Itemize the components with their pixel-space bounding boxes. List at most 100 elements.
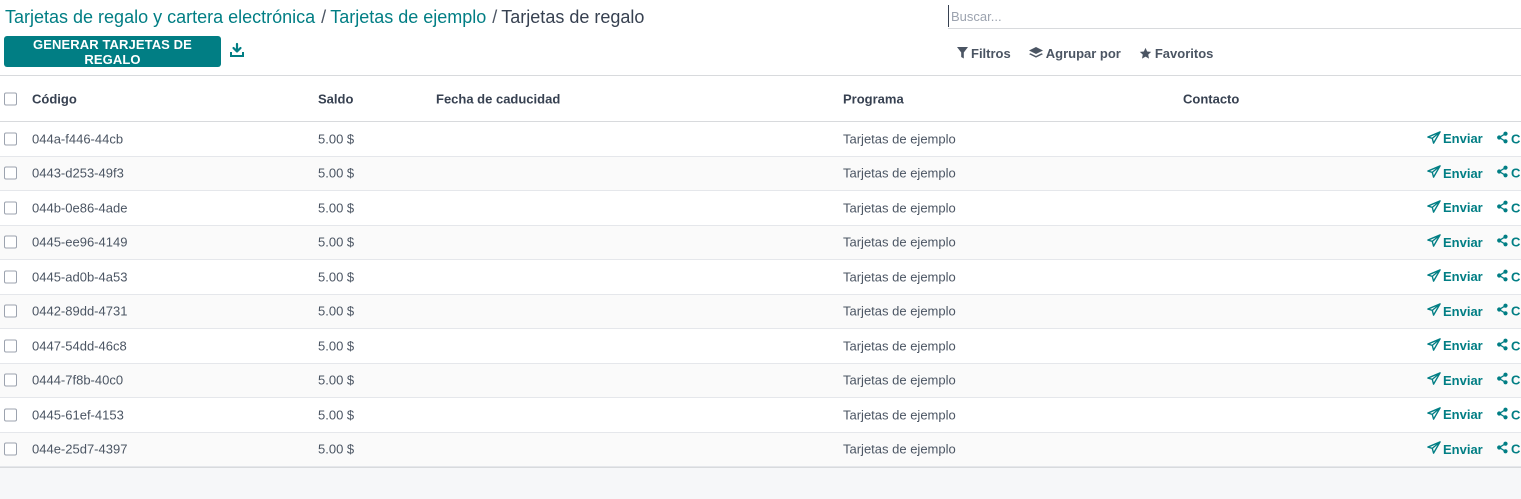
table-row[interactable]: 0443-d253-49f3 5.00 $ Tarjetas de ejempl…	[0, 156, 1521, 191]
column-header-contact[interactable]: Contacto	[1183, 91, 1239, 106]
send-button[interactable]: Enviar	[1427, 165, 1483, 181]
cell-program: Tarjetas de ejemplo	[843, 234, 956, 250]
select-all-checkbox[interactable]	[4, 92, 17, 105]
breadcrumb-item-sample-cards[interactable]: Tarjetas de ejemplo	[330, 7, 486, 27]
table-row[interactable]: 0442-89dd-4731 5.00 $ Tarjetas de ejempl…	[0, 294, 1521, 329]
table-row[interactable]: 044e-25d7-4397 5.00 $ Tarjetas de ejempl…	[0, 432, 1521, 467]
send-label: Enviar	[1443, 303, 1483, 319]
send-label: Enviar	[1443, 200, 1483, 216]
favorites-toggle[interactable]: Favoritos	[1139, 44, 1214, 62]
share-icon	[1497, 441, 1508, 457]
share-button[interactable]: C	[1497, 338, 1520, 353]
share-icon	[1497, 407, 1508, 422]
row-checkbox[interactable]	[4, 166, 17, 180]
paper-plane-icon	[1427, 303, 1441, 319]
share-button[interactable]: C	[1497, 269, 1520, 284]
star-icon	[1139, 47, 1152, 60]
row-checkbox[interactable]	[4, 270, 17, 284]
table-row[interactable]: 044b-0e86-4ade 5.00 $ Tarjetas de ejempl…	[0, 191, 1521, 226]
cell-balance: 5.00 $	[318, 131, 355, 147]
send-button[interactable]: Enviar	[1427, 234, 1483, 250]
filters-toggle[interactable]: Filtros	[957, 44, 1011, 62]
cell-code: 0443-d253-49f3	[32, 165, 124, 181]
cell-balance: 5.00 $	[318, 200, 355, 216]
table-row[interactable]: 0444-7f8b-40c0 5.00 $ Tarjetas de ejempl…	[0, 363, 1521, 398]
table-row[interactable]: 044a-f446-44cb 5.00 $ Tarjetas de ejempl…	[0, 122, 1521, 157]
cell-program: Tarjetas de ejemplo	[843, 441, 956, 457]
share-button[interactable]: C	[1497, 131, 1520, 146]
filters-label: Filtros	[971, 45, 1011, 61]
share-icon	[1497, 234, 1508, 250]
breadcrumb-separator: /	[321, 7, 327, 27]
column-header-code[interactable]: Código	[32, 91, 77, 106]
row-checkbox[interactable]	[4, 304, 17, 318]
table-row[interactable]: 0447-54dd-46c8 5.00 $ Tarjetas de ejempl…	[0, 329, 1521, 364]
share-label: C	[1511, 269, 1521, 285]
table-row[interactable]: 0445-ad0b-4a53 5.00 $ Tarjetas de ejempl…	[0, 260, 1521, 295]
row-checkbox[interactable]	[4, 442, 17, 456]
gift-card-list: Código Saldo Fecha de caducidad Programa…	[0, 76, 1521, 468]
share-button[interactable]: C	[1497, 235, 1520, 250]
cell-code: 0445-61ef-4153	[32, 407, 124, 423]
breadcrumb-separator: /	[492, 7, 498, 27]
send-button[interactable]: Enviar	[1427, 268, 1483, 285]
cell-program: Tarjetas de ejemplo	[843, 269, 956, 285]
send-label: Enviar	[1443, 131, 1483, 147]
cell-program: Tarjetas de ejemplo	[843, 165, 956, 181]
row-checkbox[interactable]	[4, 408, 17, 422]
app: Tarjetas de regalo y cartera electrónica…	[0, 0, 1521, 499]
send-button[interactable]: Enviar	[1427, 130, 1483, 147]
row-checkbox[interactable]	[4, 339, 17, 353]
table-header: Código Saldo Fecha de caducidad Programa…	[0, 76, 1521, 122]
share-label: C	[1511, 441, 1521, 457]
send-button[interactable]: Enviar	[1427, 372, 1483, 388]
row-checkbox[interactable]	[4, 373, 17, 387]
paper-plane-icon	[1427, 165, 1441, 181]
table-row[interactable]: 0445-ee96-4149 5.00 $ Tarjetas de ejempl…	[0, 225, 1521, 260]
breadcrumb-item-gift-cards-ewallet[interactable]: Tarjetas de regalo y cartera electrónica	[5, 7, 315, 27]
share-button[interactable]: C	[1497, 200, 1520, 215]
share-button[interactable]: C	[1497, 407, 1520, 422]
search-box	[948, 5, 1521, 29]
column-header-balance[interactable]: Saldo	[318, 91, 353, 106]
send-button[interactable]: Enviar	[1427, 337, 1483, 354]
share-icon	[1497, 131, 1508, 146]
search-input[interactable]	[948, 5, 1521, 27]
cell-program: Tarjetas de ejemplo	[843, 338, 956, 354]
share-button[interactable]: C	[1497, 373, 1520, 388]
send-button[interactable]: Enviar	[1427, 406, 1483, 423]
generate-gift-cards-button[interactable]: GENERAR TARJETAS DE REGALO	[4, 36, 221, 67]
share-label: C	[1511, 234, 1521, 250]
send-button[interactable]: Enviar	[1427, 303, 1483, 319]
share-label: C	[1511, 372, 1521, 388]
row-checkbox[interactable]	[4, 132, 17, 146]
row-checkbox[interactable]	[4, 201, 17, 215]
column-header-expiration[interactable]: Fecha de caducidad	[436, 91, 560, 106]
row-checkbox[interactable]	[4, 235, 17, 249]
cell-code: 0442-89dd-4731	[32, 303, 128, 319]
favorites-label: Favoritos	[1154, 45, 1214, 61]
share-icon	[1497, 269, 1508, 284]
cell-code: 0444-7f8b-40c0	[32, 372, 124, 388]
download-icon[interactable]	[229, 42, 247, 60]
send-button[interactable]: Enviar	[1427, 441, 1483, 457]
cell-balance: 5.00 $	[318, 234, 355, 250]
cell-program: Tarjetas de ejemplo	[843, 131, 956, 147]
table-row[interactable]: 0445-61ef-4153 5.00 $ Tarjetas de ejempl…	[0, 398, 1521, 433]
share-button[interactable]: C	[1497, 442, 1520, 457]
send-label: Enviar	[1443, 234, 1483, 250]
send-label: Enviar	[1443, 407, 1483, 423]
cell-program: Tarjetas de ejemplo	[843, 407, 956, 423]
control-panel: Tarjetas de regalo y cartera electrónica…	[0, 0, 1521, 76]
share-label: C	[1511, 165, 1521, 181]
share-button[interactable]: C	[1497, 166, 1520, 181]
cell-code: 044e-25d7-4397	[32, 441, 128, 457]
cell-program: Tarjetas de ejemplo	[843, 303, 956, 319]
cell-balance: 5.00 $	[318, 165, 355, 181]
paper-plane-icon	[1427, 441, 1441, 457]
send-button[interactable]: Enviar	[1427, 199, 1483, 216]
paper-plane-icon	[1427, 337, 1441, 354]
share-button[interactable]: C	[1497, 304, 1520, 319]
group-by-toggle[interactable]: Agrupar por	[1028, 44, 1121, 62]
column-header-program[interactable]: Programa	[843, 91, 904, 106]
